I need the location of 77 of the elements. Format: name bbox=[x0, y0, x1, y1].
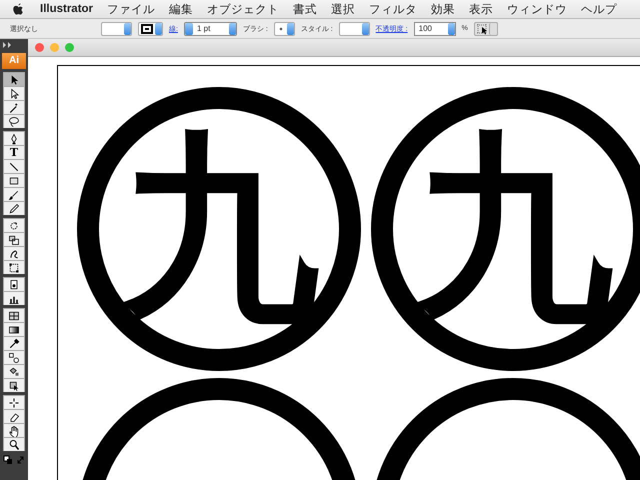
app-logo: Ai bbox=[2, 53, 26, 69]
collapse-icon[interactable] bbox=[3, 42, 13, 48]
pencil-icon bbox=[8, 202, 20, 214]
tool-button[interactable] bbox=[3, 409, 25, 423]
menu-item[interactable]: 表示 bbox=[462, 2, 500, 16]
tool-button[interactable] bbox=[3, 260, 25, 274]
tool-button[interactable] bbox=[3, 364, 25, 378]
app-menu[interactable]: Illustrator bbox=[36, 3, 100, 15]
select-icon bbox=[8, 380, 20, 392]
paint-bucket-icon bbox=[8, 366, 20, 378]
tool-button[interactable] bbox=[3, 308, 25, 322]
menu-item[interactable]: ヘルプ bbox=[574, 2, 624, 16]
tool-button[interactable] bbox=[3, 336, 25, 350]
tool-button[interactable] bbox=[3, 131, 25, 145]
tool-button[interactable] bbox=[3, 218, 25, 232]
dropdown-arrow-icon bbox=[362, 22, 369, 34]
close-button[interactable] bbox=[35, 43, 44, 52]
tool-button[interactable] bbox=[3, 277, 25, 291]
style-dropdown[interactable] bbox=[338, 22, 370, 36]
tool-button[interactable] bbox=[3, 350, 25, 364]
tool-button[interactable] bbox=[3, 291, 25, 305]
crest-character: 九 bbox=[413, 129, 613, 329]
transform-icon bbox=[8, 262, 20, 274]
brush-dropdown[interactable] bbox=[274, 22, 295, 36]
menu-item[interactable]: 編集 bbox=[162, 2, 200, 16]
menu-item[interactable]: 書式 bbox=[286, 2, 324, 16]
eyedropper-icon bbox=[8, 338, 20, 350]
cursor-icon bbox=[474, 22, 489, 36]
hand-icon bbox=[8, 424, 20, 436]
blend-icon bbox=[8, 352, 20, 364]
menu-item[interactable]: 選択 bbox=[324, 2, 362, 16]
tool-button[interactable] bbox=[3, 114, 25, 128]
tool-button[interactable] bbox=[3, 378, 25, 392]
tool-button[interactable] bbox=[3, 246, 25, 260]
stroke-swatch-dropdown[interactable] bbox=[138, 22, 163, 36]
spinner-icon bbox=[184, 22, 193, 34]
tool-button[interactable] bbox=[3, 187, 25, 201]
dropdown-arrow-icon bbox=[155, 22, 162, 34]
tool-button[interactable] bbox=[3, 72, 25, 86]
gradient-icon bbox=[8, 324, 20, 336]
tool-button[interactable] bbox=[3, 86, 25, 100]
lasso-icon bbox=[8, 116, 20, 128]
menu-item[interactable]: 効果 bbox=[424, 2, 462, 16]
tool-button[interactable]: T bbox=[3, 145, 25, 159]
scale-icon bbox=[8, 234, 20, 246]
menu-item[interactable]: フィルタ bbox=[362, 2, 424, 16]
menu-item[interactable]: オブジェクト bbox=[200, 2, 286, 16]
zoom-icon bbox=[8, 438, 20, 450]
line-icon bbox=[8, 160, 20, 172]
mesh-icon bbox=[8, 310, 20, 322]
stroke-weight-field[interactable]: 1 pt bbox=[184, 22, 237, 36]
menu-item[interactable]: ウィンドウ bbox=[500, 2, 574, 16]
rectangle-icon bbox=[8, 174, 20, 186]
tool-button[interactable] bbox=[3, 395, 25, 409]
tool-button[interactable] bbox=[3, 173, 25, 187]
tool-button[interactable] bbox=[3, 423, 25, 437]
rotate-icon bbox=[8, 220, 20, 232]
tool-button[interactable] bbox=[3, 232, 25, 246]
warp-icon bbox=[8, 248, 20, 260]
brush-icon bbox=[8, 188, 20, 200]
apple-icon[interactable] bbox=[12, 2, 24, 16]
crosshair-icon bbox=[8, 396, 20, 408]
tool-button[interactable] bbox=[3, 437, 25, 451]
recolor-dropdown[interactable] bbox=[474, 22, 498, 36]
dropdown-arrow-icon bbox=[228, 22, 236, 34]
dropdown-arrow-icon bbox=[448, 22, 455, 34]
tool-button[interactable] bbox=[3, 159, 25, 173]
menu-item[interactable]: ファイル bbox=[100, 2, 162, 16]
tool-button[interactable] bbox=[3, 100, 25, 114]
tool-button[interactable] bbox=[3, 322, 25, 336]
spray-icon bbox=[8, 278, 20, 290]
crest-character: 九 bbox=[119, 129, 319, 329]
dropdown-arrow-icon bbox=[124, 22, 131, 34]
wand-icon bbox=[8, 102, 20, 114]
tool-button[interactable] bbox=[3, 201, 25, 215]
fill-swatch-dropdown[interactable] bbox=[101, 22, 132, 36]
opacity-field[interactable]: 100 bbox=[414, 22, 456, 36]
